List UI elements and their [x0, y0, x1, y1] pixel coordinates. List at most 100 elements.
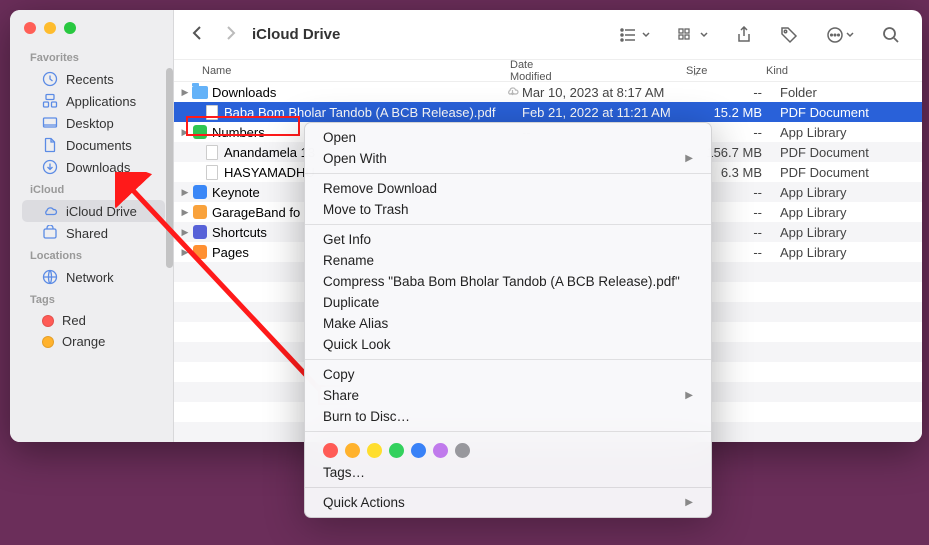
file-icon: [204, 104, 220, 120]
disclosure-icon[interactable]: ▶: [180, 127, 190, 138]
menu-quick-look[interactable]: Quick Look: [305, 334, 711, 355]
sidebar-tag-red[interactable]: Red: [22, 310, 165, 331]
file-kind: App Library: [780, 245, 922, 260]
sidebar: Favorites Recents Applications Desktop D…: [10, 10, 174, 442]
menu-compress[interactable]: Compress "Baba Bom Bholar Tandob (A BCB …: [305, 271, 711, 292]
sidebar-item-shared[interactable]: Shared: [22, 222, 165, 244]
sidebar-section-locations: Locations: [10, 244, 173, 266]
sidebar-item-downloads[interactable]: Downloads: [22, 156, 165, 178]
menu-duplicate[interactable]: Duplicate: [305, 292, 711, 313]
menu-copy[interactable]: Copy: [305, 364, 711, 385]
disclosure-icon[interactable]: ▶: [180, 247, 190, 258]
file-row[interactable]: ▶DownloadsMar 10, 2023 at 8:17 AM--Folde…: [174, 82, 922, 102]
sidebar-item-label: Orange: [62, 334, 105, 349]
file-size: --: [700, 205, 780, 220]
group-button[interactable]: [670, 28, 716, 42]
menu-tags[interactable]: Tags…: [305, 462, 711, 483]
maximize-icon[interactable]: [64, 22, 76, 34]
sidebar-item-desktop[interactable]: Desktop: [22, 112, 165, 134]
file-kind: App Library: [780, 205, 922, 220]
sidebar-item-icloud-drive[interactable]: iCloud Drive: [22, 200, 165, 222]
file-size: --: [700, 225, 780, 240]
close-icon[interactable]: [24, 22, 36, 34]
sidebar-item-documents[interactable]: Documents: [22, 134, 165, 156]
disclosure-icon[interactable]: ▶: [180, 87, 190, 98]
tag-color-dot[interactable]: [433, 443, 448, 458]
sidebar-item-label: Recents: [66, 72, 114, 87]
file-row[interactable]: Baba Bom Bholar Tandob (A BCB Release).p…: [174, 102, 922, 122]
cloud-icon: [42, 203, 58, 219]
disclosure-icon[interactable]: ▶: [180, 187, 190, 198]
menu-remove-download[interactable]: Remove Download: [305, 178, 711, 199]
sidebar-item-label: Red: [62, 313, 86, 328]
file-size: 156.7 MB: [700, 145, 780, 160]
menu-quick-actions[interactable]: Quick Actions▶: [305, 492, 711, 513]
file-icon: [192, 124, 208, 140]
col-size[interactable]: Size: [686, 65, 766, 77]
sidebar-item-recents[interactable]: Recents: [22, 68, 165, 90]
tag-color-dot[interactable]: [345, 443, 360, 458]
tag-color-dot[interactable]: [411, 443, 426, 458]
sidebar-item-label: Applications: [66, 94, 136, 109]
menu-separator: [305, 224, 711, 225]
file-name: Baba Bom Bholar Tandob (A BCB Release).p…: [224, 105, 502, 120]
chevron-right-icon: ▶: [685, 153, 693, 164]
file-icon: [192, 204, 208, 220]
menu-share[interactable]: Share▶: [305, 385, 711, 406]
disclosure-icon[interactable]: ▶: [180, 227, 190, 238]
file-kind: PDF Document: [780, 105, 922, 120]
sidebar-item-network[interactable]: Network: [22, 266, 165, 288]
menu-separator: [305, 487, 711, 488]
column-headers[interactable]: Name Date Modified⌃ Size Kind: [174, 60, 922, 82]
sidebar-item-label: Shared: [66, 226, 108, 241]
traffic-lights: [10, 18, 173, 46]
back-button[interactable]: [188, 24, 208, 45]
chevron-right-icon: ▶: [685, 390, 693, 401]
minimize-icon[interactable]: [44, 22, 56, 34]
sidebar-section-icloud: iCloud: [10, 178, 173, 200]
toolbar: iCloud Drive: [174, 10, 922, 60]
sidebar-scrollbar[interactable]: [166, 68, 173, 268]
file-size: 6.3 MB: [700, 165, 780, 180]
action-button[interactable]: [818, 26, 862, 44]
file-name: Downloads: [212, 85, 502, 100]
download-icon: [42, 159, 58, 175]
menu-get-info[interactable]: Get Info: [305, 229, 711, 250]
col-kind[interactable]: Kind: [766, 65, 922, 77]
menu-tag-colors[interactable]: [305, 436, 711, 462]
tag-dot-icon: [42, 336, 54, 348]
window-title: iCloud Drive: [252, 26, 600, 43]
col-name[interactable]: Name: [202, 65, 508, 77]
disclosure-icon[interactable]: ▶: [180, 207, 190, 218]
tag-dot-icon: [42, 315, 54, 327]
shared-icon: [42, 225, 58, 241]
cloud-download-icon[interactable]: [502, 85, 522, 100]
tag-button[interactable]: [772, 26, 806, 44]
share-button[interactable]: [728, 26, 760, 44]
file-kind: PDF Document: [780, 165, 922, 180]
tag-color-dot[interactable]: [455, 443, 470, 458]
search-button[interactable]: [874, 26, 908, 44]
menu-make-alias[interactable]: Make Alias: [305, 313, 711, 334]
sidebar-item-label: Downloads: [66, 160, 130, 175]
menu-trash[interactable]: Move to Trash: [305, 199, 711, 220]
sidebar-section-tags: Tags: [10, 288, 173, 310]
sidebar-item-label: Network: [66, 270, 114, 285]
menu-rename[interactable]: Rename: [305, 250, 711, 271]
clock-icon: [42, 71, 58, 87]
list-view-button[interactable]: [612, 28, 658, 42]
file-kind: Folder: [780, 85, 922, 100]
col-date[interactable]: Date Modified⌃: [508, 59, 686, 83]
file-icon: [204, 164, 220, 180]
file-size: 15.2 MB: [700, 105, 780, 120]
tag-color-dot[interactable]: [389, 443, 404, 458]
file-kind: App Library: [780, 225, 922, 240]
forward-button[interactable]: [220, 24, 240, 45]
menu-open[interactable]: Open: [305, 127, 711, 148]
tag-color-dot[interactable]: [367, 443, 382, 458]
tag-color-dot[interactable]: [323, 443, 338, 458]
sidebar-item-applications[interactable]: Applications: [22, 90, 165, 112]
menu-open-with[interactable]: Open With▶: [305, 148, 711, 169]
menu-burn[interactable]: Burn to Disc…: [305, 406, 711, 427]
sidebar-tag-orange[interactable]: Orange: [22, 331, 165, 352]
